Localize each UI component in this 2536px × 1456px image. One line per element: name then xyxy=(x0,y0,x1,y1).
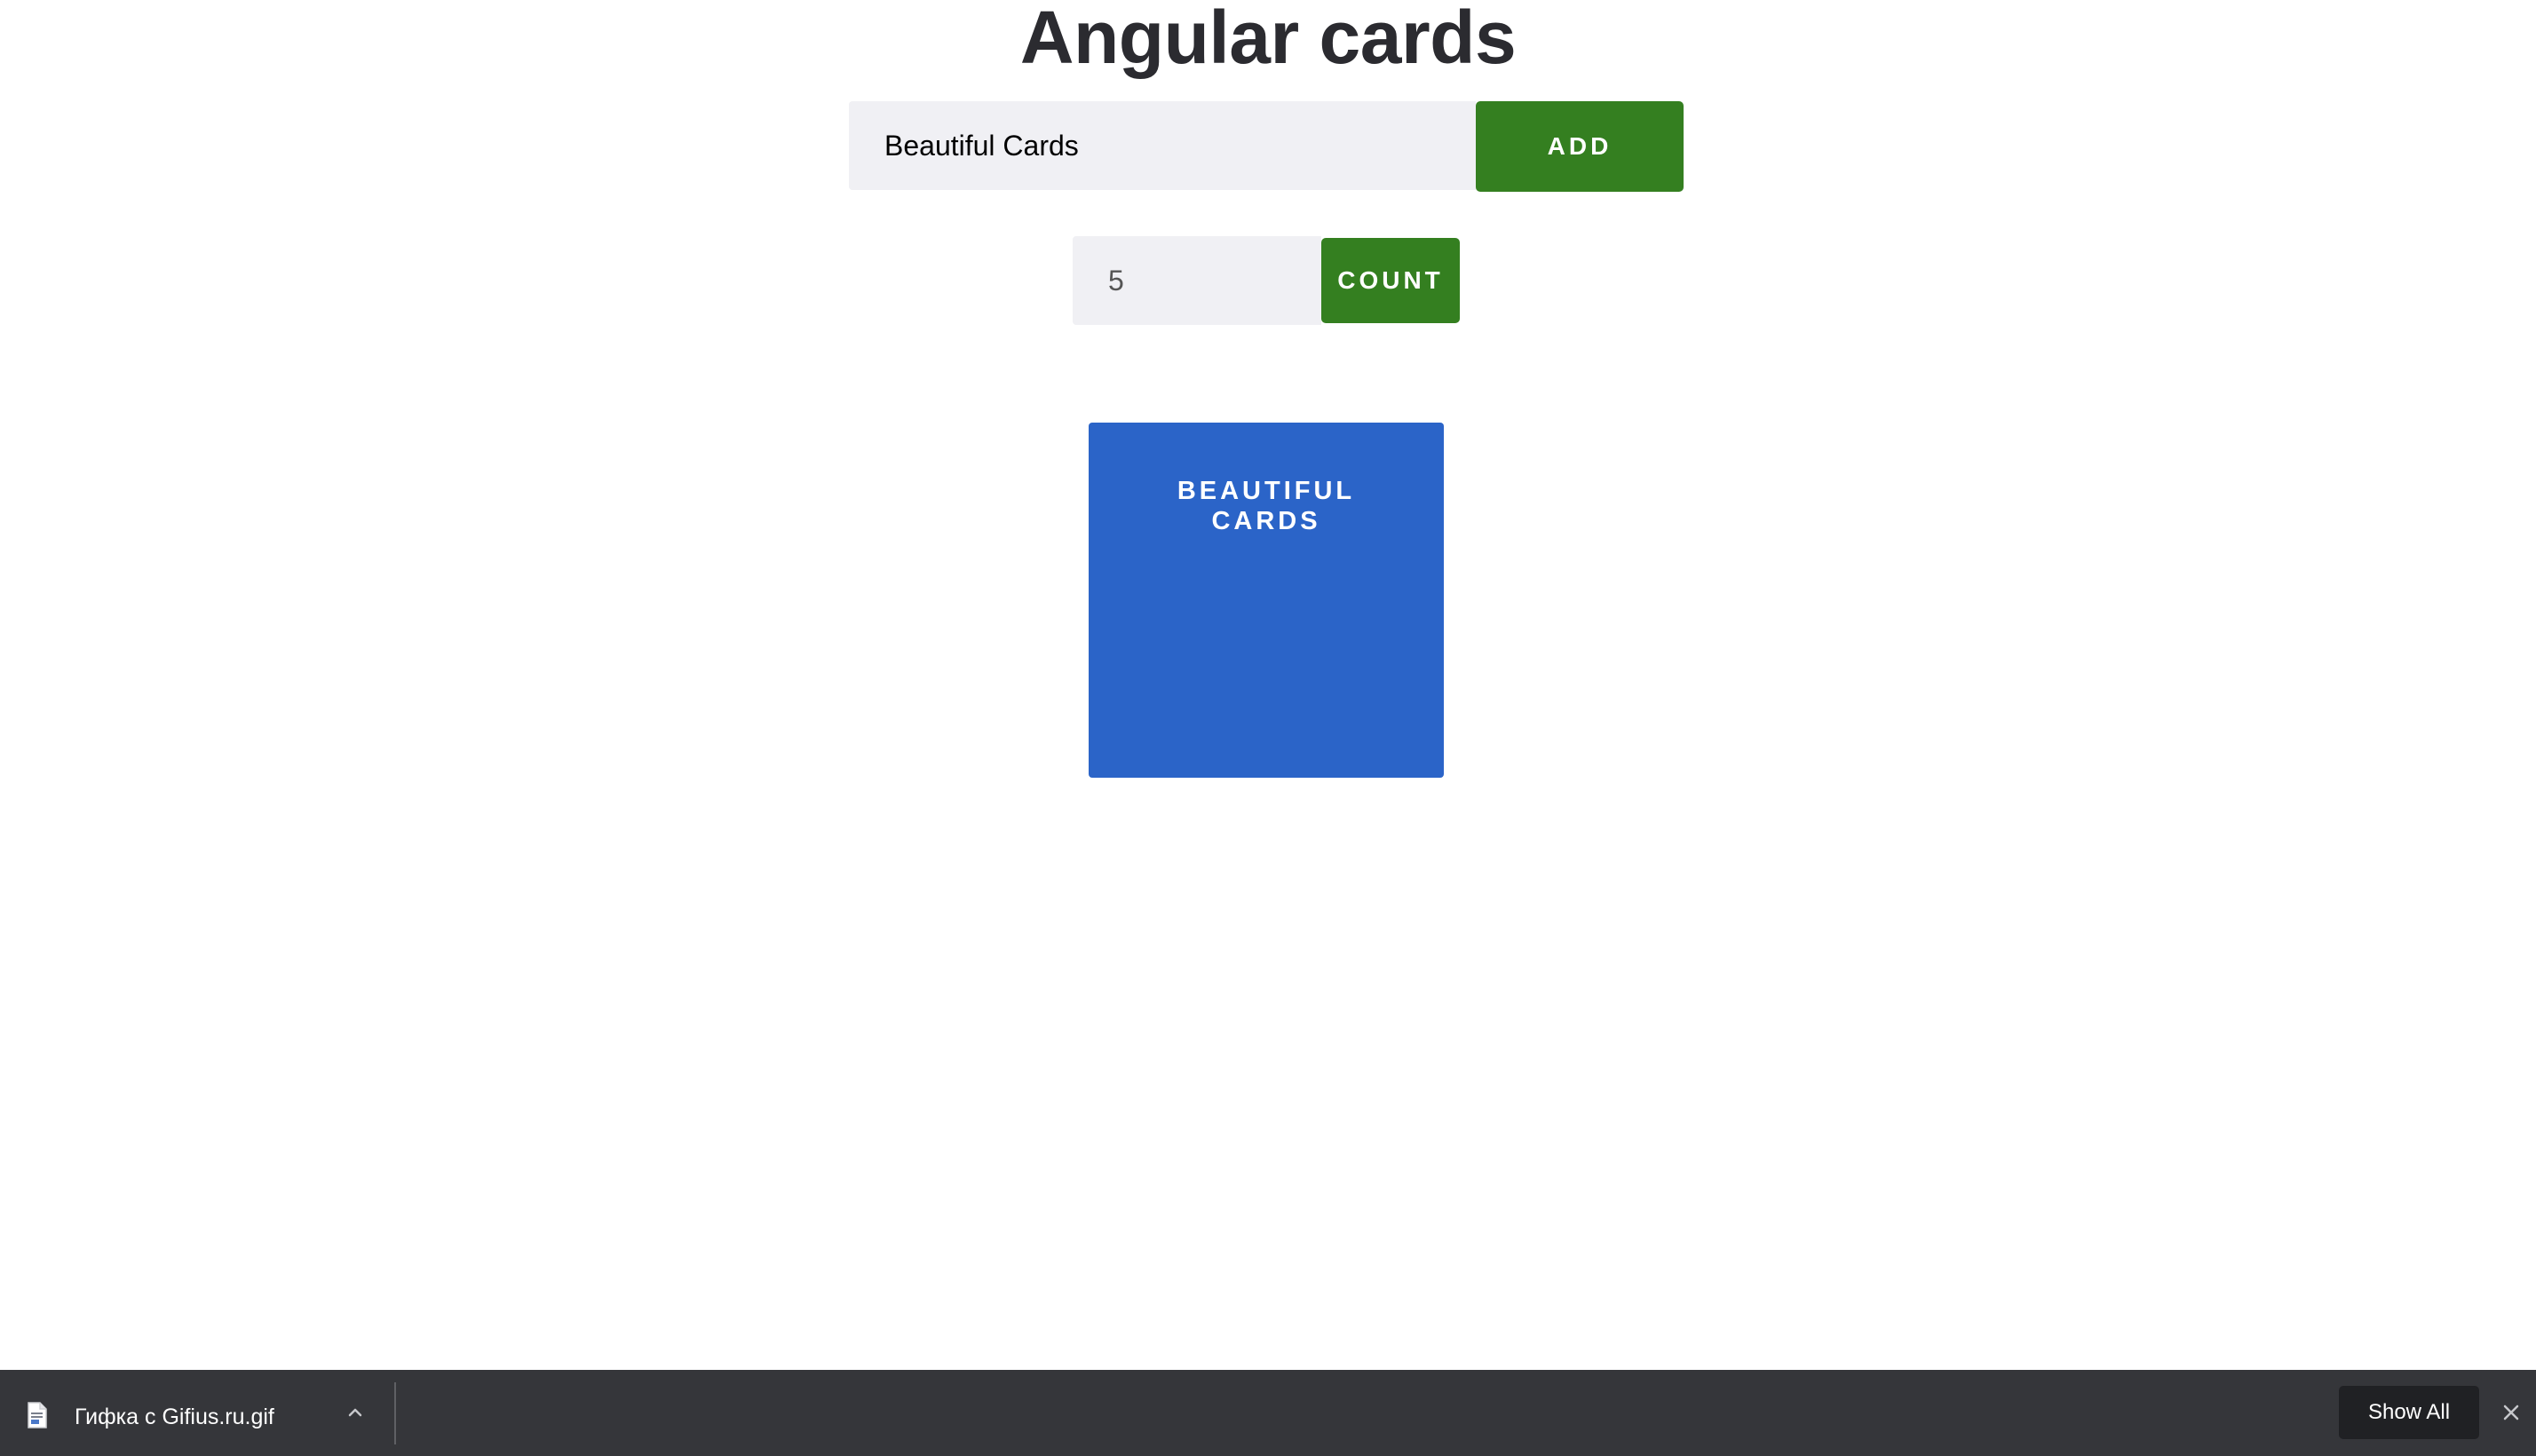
page: Angular cards ADD COUNT Beautiful Cards … xyxy=(0,0,2536,1456)
chevron-up-icon[interactable] xyxy=(343,1400,368,1425)
add-card-form: ADD xyxy=(849,101,1684,192)
page-title: Angular cards xyxy=(1019,0,1517,79)
count-form: COUNT xyxy=(1073,236,1460,325)
download-file-name: Гифка с Gifius.ru.gif xyxy=(75,1405,274,1429)
download-item[interactable]: Гифка с Gifius.ru.gif xyxy=(0,1370,396,1456)
add-button[interactable]: ADD xyxy=(1476,101,1684,192)
count-button[interactable]: COUNT xyxy=(1321,238,1460,323)
download-bar-divider xyxy=(394,1382,396,1444)
card-title-input[interactable] xyxy=(849,101,1476,190)
download-bar: Гифка с Gifius.ru.gif Show All xyxy=(0,1370,2536,1456)
close-icon[interactable] xyxy=(2499,1400,2524,1425)
show-all-button[interactable]: Show All xyxy=(2339,1386,2479,1439)
count-input[interactable] xyxy=(1073,236,1321,325)
card-title: Beautiful Cards xyxy=(1177,477,1356,535)
card[interactable]: Beautiful Cards xyxy=(1089,423,1444,778)
document-icon xyxy=(27,1402,48,1428)
